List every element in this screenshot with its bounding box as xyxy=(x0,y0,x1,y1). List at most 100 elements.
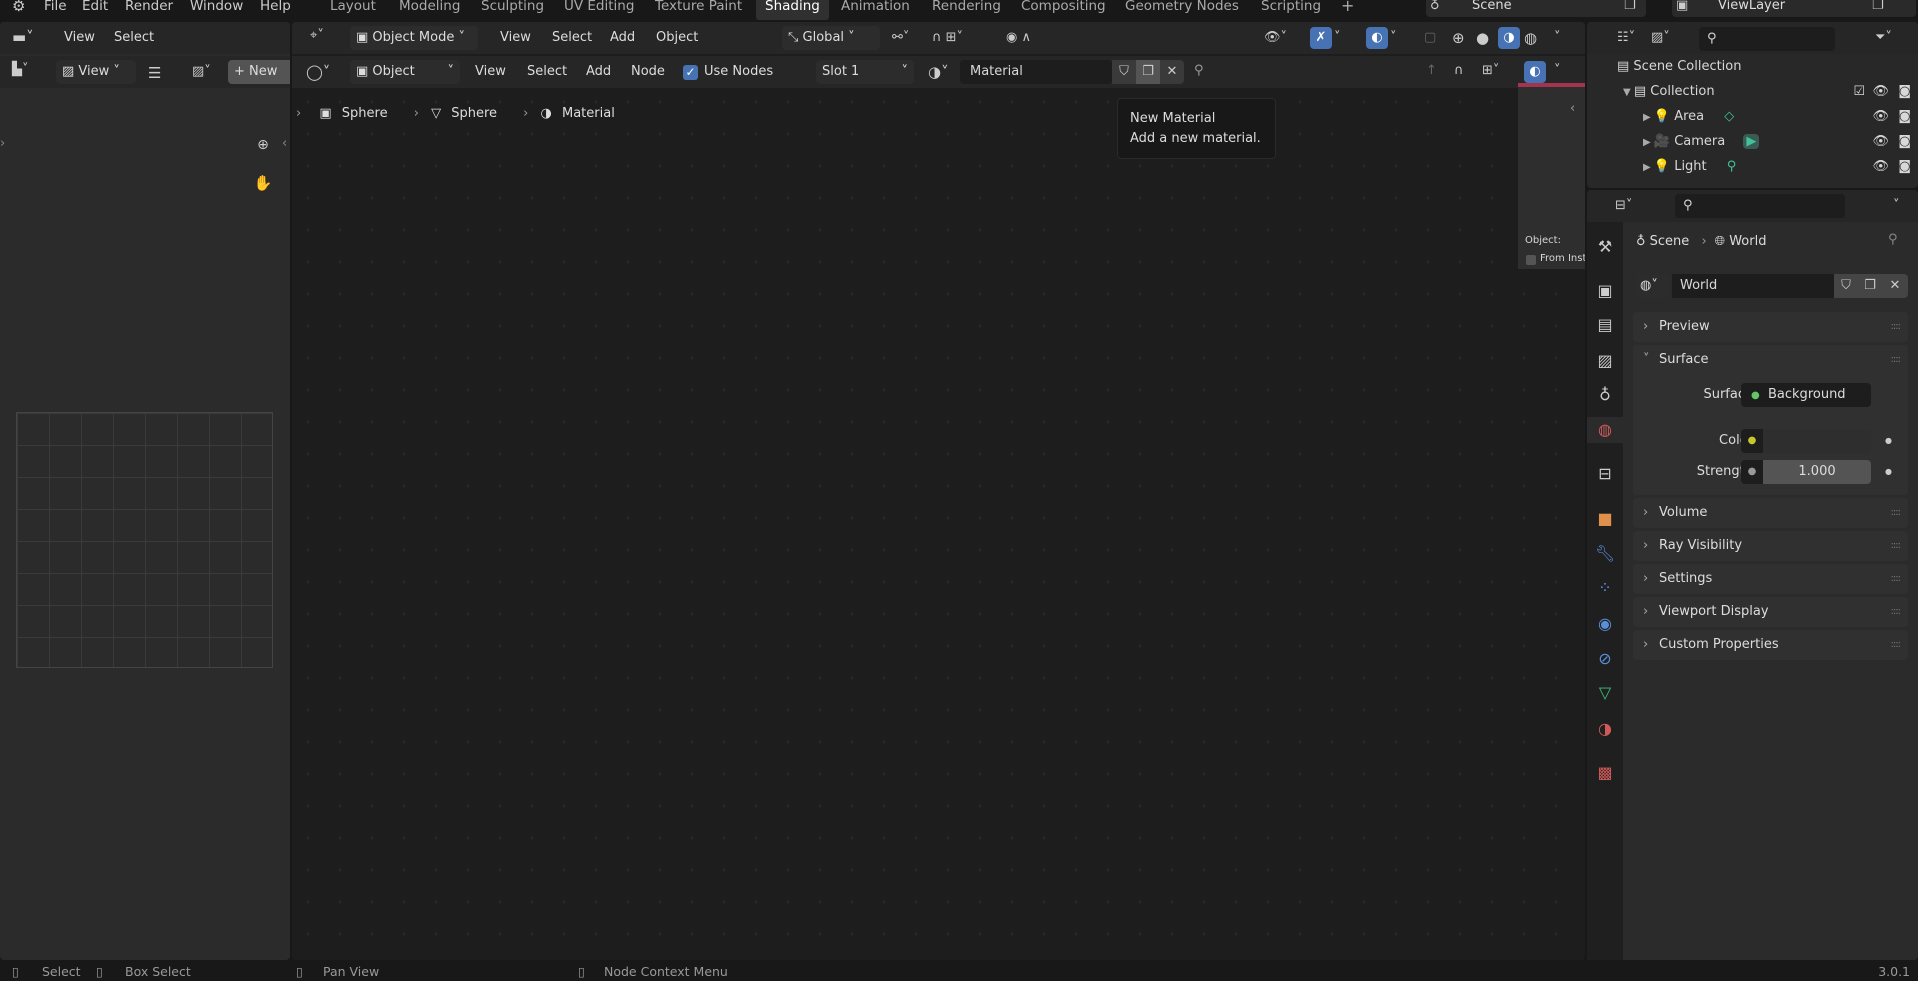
drag-grip-icon[interactable]: :::: xyxy=(1891,597,1902,627)
camera-data-icon[interactable]: ▶ xyxy=(1743,134,1760,149)
gizmo-dropdown-icon[interactable]: ˅ xyxy=(1334,30,1341,45)
hand-pan-icon[interactable]: ✋ xyxy=(251,171,275,195)
outliner-row-light[interactable]: ▶ 💡 Light ⚲ 👁 ◙ xyxy=(1643,155,1915,179)
display-mode-icon[interactable]: ▨˅ xyxy=(1651,30,1670,45)
drag-grip-icon[interactable]: :::: xyxy=(1891,312,1902,342)
expand-icon[interactable]: ▶ xyxy=(1643,137,1654,148)
panel-viewport-display[interactable]: › Viewport Display:::: xyxy=(1633,597,1908,627)
tab-sculpting[interactable]: Sculpting xyxy=(472,0,553,20)
expand-icon[interactable]: ▶ xyxy=(1643,162,1654,173)
camera-render-icon[interactable]: ◙ xyxy=(1898,130,1911,154)
view-layer-name[interactable]: ViewLayer xyxy=(1718,0,1785,13)
panel-custom-properties[interactable]: › Custom Properties:::: xyxy=(1633,630,1908,660)
exclude-checkbox-icon[interactable]: ☑ xyxy=(1853,80,1865,104)
material-name-field[interactable]: Material xyxy=(960,60,1112,84)
slot-dropdown[interactable]: Slot 1 ˅ xyxy=(816,60,914,84)
camera-render-icon[interactable]: ◙ xyxy=(1898,80,1911,104)
expand-icon[interactable]: ▶ xyxy=(1643,112,1654,123)
menu-help[interactable]: Help xyxy=(260,0,291,20)
menu-edit[interactable]: Edit xyxy=(82,0,108,20)
tab-world-icon[interactable]: ◍ xyxy=(1587,417,1623,443)
browse-material-icon[interactable]: ◑˅ xyxy=(928,63,949,81)
toolbar-expand-icon[interactable]: › xyxy=(0,136,5,151)
outliner-row-area[interactable]: ▶ 💡 Area ◇ 👁 ◙ xyxy=(1643,105,1915,129)
unlink-material-icon[interactable]: ✕ xyxy=(1160,60,1184,84)
shading-solid-icon[interactable]: ● xyxy=(1476,29,1489,47)
panel-ray-visibility[interactable]: › Ray Visibility:::: xyxy=(1633,531,1908,561)
keyframe-dot-icon[interactable]: ● xyxy=(1885,460,1892,484)
panel-settings[interactable]: › Settings:::: xyxy=(1633,564,1908,594)
view-layer-selector[interactable]: ▣ ViewLayer ❐ xyxy=(1672,0,1916,17)
eye-icon[interactable]: 👁 xyxy=(1872,155,1889,179)
tab-scene-icon[interactable]: ♁ xyxy=(1592,382,1618,408)
scene-selector[interactable]: ♁ Scene ❐ xyxy=(1426,0,1646,17)
tab-rendering[interactable]: Rendering xyxy=(923,0,1010,20)
panel-volume[interactable]: › Volume:::: xyxy=(1633,498,1908,528)
drag-grip-icon[interactable]: :::: xyxy=(1891,345,1902,375)
keyframe-dot-icon[interactable]: ● xyxy=(1885,429,1892,453)
tab-texture-icon[interactable]: ▩ xyxy=(1592,760,1618,786)
tab-layout[interactable]: Layout xyxy=(321,0,385,20)
properties-options-icon[interactable]: ˅ xyxy=(1893,198,1900,213)
tab-scripting[interactable]: Scripting xyxy=(1252,0,1330,20)
tab-collection-icon[interactable]: ⊟ xyxy=(1592,461,1618,487)
shading-wireframe-icon[interactable]: ⊕ xyxy=(1452,29,1465,47)
tab-compositing[interactable]: Compositing xyxy=(1012,0,1115,20)
fake-user-shield-icon[interactable]: ⛉ xyxy=(1834,274,1858,298)
editor-type-shader-icon[interactable]: ◯˅ xyxy=(306,63,330,81)
outliner-search-input[interactable]: ⚲ xyxy=(1699,27,1835,51)
menu-select[interactable]: Select xyxy=(114,26,154,50)
new-view-layer-icon[interactable]: ❐ xyxy=(1872,0,1884,13)
view-mode-dropdown[interactable]: ▨ View ˅ xyxy=(56,60,136,84)
add-workspace-button[interactable]: + xyxy=(1332,0,1363,20)
tab-data-icon[interactable]: ▽ xyxy=(1592,680,1618,706)
properties-editor-type-icon[interactable]: ⊟˅ xyxy=(1615,198,1632,213)
tab-view-layer-icon[interactable]: ▨ xyxy=(1592,348,1618,374)
tab-particles-icon[interactable]: ⁘ xyxy=(1592,575,1618,601)
xray-icon[interactable]: ▢ xyxy=(1424,30,1436,45)
properties-search-input[interactable]: ⚲ xyxy=(1675,194,1845,218)
overlay-dropdown-icon[interactable]: ˅ xyxy=(1554,63,1561,78)
parent-node-tree-icon[interactable]: ↑ xyxy=(1426,63,1437,78)
browse-image-icon[interactable]: ▨˅ xyxy=(192,64,211,79)
filter-icon[interactable]: ⏷˅ xyxy=(1875,30,1892,45)
menu-render[interactable]: Render xyxy=(125,0,173,20)
menu-window[interactable]: Window xyxy=(190,0,243,20)
editor-type-viewport-icon[interactable]: ⌖˅ xyxy=(310,28,324,43)
transform-orientation-dropdown[interactable]: ⤡ Global ˅ xyxy=(782,26,880,50)
node-editor-canvas[interactable] xyxy=(292,22,1585,960)
menu-select[interactable]: Select xyxy=(552,26,592,50)
tab-material-icon[interactable]: ◑ xyxy=(1592,716,1618,742)
snap-icon[interactable]: ∩ ⊞˅ xyxy=(932,30,963,45)
panel-preview[interactable]: › Preview:::: xyxy=(1633,312,1908,342)
color-swatch[interactable] xyxy=(1763,429,1871,453)
camera-render-icon[interactable]: ◙ xyxy=(1898,105,1911,129)
overlay-dropdown-icon[interactable]: ˅ xyxy=(1390,30,1397,45)
surface-shader-field[interactable]: ● Background xyxy=(1741,383,1871,407)
tab-physics-icon[interactable]: ◉ xyxy=(1592,611,1618,637)
gizmo-toggle-icon[interactable]: ✗ xyxy=(1310,27,1332,49)
color-socket-icon[interactable]: ● xyxy=(1741,429,1763,453)
menu-add[interactable]: Add xyxy=(610,26,635,50)
outliner-editor-type-icon[interactable]: ☷˅ xyxy=(1617,30,1635,45)
eye-icon[interactable]: 👁 xyxy=(1872,80,1889,104)
strength-socket-icon[interactable]: ● xyxy=(1741,460,1763,484)
menu-select[interactable]: Select xyxy=(527,60,567,84)
snap-element-icon[interactable]: ⊞˅ xyxy=(1482,63,1499,78)
visibility-icon[interactable]: 👁˅ xyxy=(1264,30,1287,45)
tab-object-icon[interactable]: ■ xyxy=(1592,506,1618,532)
snap-icon[interactable]: ∩ xyxy=(1454,63,1464,78)
tab-modeling[interactable]: Modeling xyxy=(390,0,469,20)
browse-world-icon[interactable]: ◍˅ xyxy=(1636,274,1670,298)
tab-geometry-nodes[interactable]: Geometry Nodes xyxy=(1116,0,1248,20)
editor-type-image-icon[interactable]: ▙˅ xyxy=(12,62,29,77)
overlay-toggle-icon[interactable]: ◐ xyxy=(1524,61,1546,83)
editor-type-folder-icon[interactable]: ▬˅ xyxy=(12,28,34,46)
strength-field[interactable]: 1.000 xyxy=(1763,460,1871,484)
unlink-world-icon[interactable]: ✕ xyxy=(1882,274,1908,298)
drag-grip-icon[interactable]: :::: xyxy=(1891,564,1902,594)
menu-add[interactable]: Add xyxy=(586,60,611,84)
use-nodes-checkbox[interactable]: ✓ xyxy=(683,65,698,80)
camera-render-icon[interactable]: ◙ xyxy=(1898,155,1911,179)
menu-view[interactable]: View xyxy=(475,60,506,84)
